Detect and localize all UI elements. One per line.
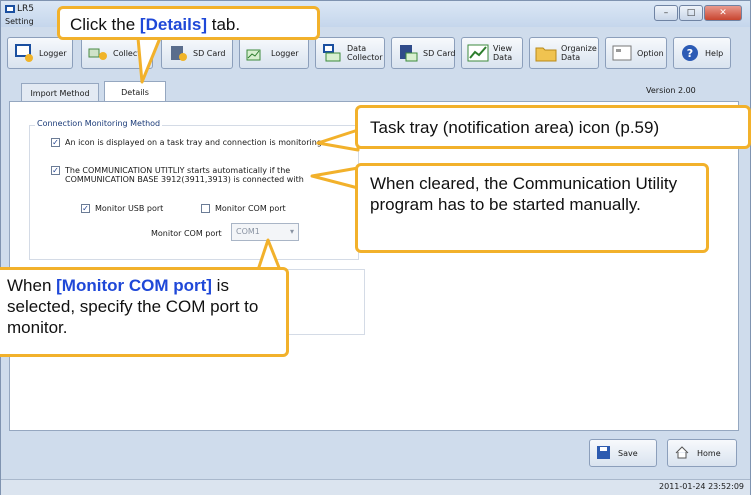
- folder-icon: [535, 43, 557, 63]
- timestamp: 2011-01-24 23:52:09: [659, 482, 744, 491]
- monitor-usb-option[interactable]: ✓ Monitor USB port: [81, 204, 163, 213]
- com-port-value: COM1: [236, 227, 260, 236]
- toolbar-label-help: Help: [705, 48, 724, 58]
- toolbar-label-sdcard-left: SD Card: [193, 48, 226, 58]
- svg-text:?: ?: [687, 47, 693, 60]
- autostart-option[interactable]: ✓ The COMMUNICATION UTITLIY starts autom…: [51, 166, 321, 184]
- version-label: Version 2.00: [646, 86, 696, 95]
- callout-details-tab: Click the [Details] tab.: [57, 6, 320, 40]
- collector-button[interactable]: Collector: [81, 37, 153, 69]
- option-icon: [611, 43, 633, 63]
- tray-icon-checkbox[interactable]: ✓: [51, 138, 60, 147]
- toolbar-label-logger-data: Logger: [271, 48, 299, 58]
- callout-task-tray-text: Task tray (notification area) icon (p.59…: [370, 118, 660, 137]
- toolbar-label-data-collector: Data Collector: [347, 44, 383, 62]
- tab-details[interactable]: Details: [104, 81, 166, 103]
- callout-details-highlight: [Details]: [139, 15, 207, 34]
- callout-com-port: When [Monitor COM port] is selected, spe…: [0, 267, 289, 357]
- data-collector-icon: [321, 43, 343, 63]
- sdcard-button[interactable]: SD Card: [391, 37, 456, 69]
- help-button[interactable]: ? Help: [673, 37, 731, 69]
- tray-icon-label: An icon is displayed on a task tray and …: [65, 138, 325, 147]
- home-label: Home: [697, 448, 721, 458]
- toolbar-label-collector: Collector: [113, 48, 149, 58]
- data-collector-button[interactable]: Data Collector: [315, 37, 385, 69]
- callout-com-pre: When: [7, 276, 57, 295]
- collector-icon: [87, 43, 109, 63]
- tab-import-method[interactable]: Import Method: [21, 83, 99, 103]
- view-data-button[interactable]: View Data: [461, 37, 523, 69]
- callout-task-tray: Task tray (notification area) icon (p.59…: [355, 105, 751, 149]
- com-port-label: Monitor COM port: [151, 229, 222, 238]
- callout-details-post: tab.: [207, 15, 241, 34]
- menu-setting[interactable]: Setting: [5, 17, 34, 26]
- toolbar-label-sdcard: SD Card: [423, 48, 456, 58]
- help-icon: ?: [679, 43, 701, 63]
- save-button[interactable]: Save: [589, 439, 657, 467]
- view-data-icon: [467, 43, 489, 63]
- monitor-com-option[interactable]: Monitor COM port: [201, 204, 286, 213]
- monitor-usb-label: Monitor USB port: [95, 204, 164, 213]
- autostart-checkbox[interactable]: ✓: [51, 166, 60, 175]
- app-icon: [5, 5, 15, 13]
- toolbar-label-logger: Logger: [39, 48, 67, 58]
- close-button[interactable]: ✕: [704, 5, 742, 21]
- window-title: LR5: [17, 4, 34, 14]
- toolbar: Logger Collector SD Card Logger Data Col…: [7, 35, 747, 75]
- monitor-com-checkbox[interactable]: [201, 204, 210, 213]
- monitor-usb-checkbox[interactable]: ✓: [81, 204, 90, 213]
- minimize-button[interactable]: –: [654, 5, 678, 21]
- home-icon: [675, 445, 689, 461]
- autostart-label: The COMMUNICATION UTITLIY starts automat…: [65, 166, 304, 184]
- logger-data-button[interactable]: Logger: [239, 37, 309, 69]
- logger-icon: [13, 43, 35, 63]
- callout-cleared-text: When cleared, the Communication Utility …: [370, 174, 678, 214]
- sdcard-icon: [397, 43, 419, 63]
- toolbar-label-option: Option: [637, 48, 664, 58]
- home-button[interactable]: Home: [667, 439, 737, 467]
- logger-button[interactable]: Logger: [7, 37, 73, 69]
- organize-data-button[interactable]: Organize Data: [529, 37, 599, 69]
- callout-details-pre: Click the: [70, 15, 140, 34]
- option-button[interactable]: Option: [605, 37, 667, 69]
- toolbar-label-view-data: View Data: [493, 44, 513, 62]
- toolbar-label-organize-data: Organize Data: [561, 44, 597, 62]
- sdcard-button-left[interactable]: SD Card: [161, 37, 233, 69]
- com-port-select[interactable]: COM1 ▾: [231, 223, 299, 241]
- save-icon: [597, 445, 610, 461]
- maximize-button[interactable]: □: [679, 5, 703, 21]
- connection-group-title: Connection Monitoring Method: [35, 119, 163, 128]
- logger-data-icon: [245, 43, 267, 63]
- tray-icon-option[interactable]: ✓ An icon is displayed on a task tray an…: [51, 138, 331, 147]
- save-label: Save: [618, 448, 638, 458]
- status-bar: 2011-01-24 23:52:09: [1, 479, 750, 495]
- monitor-com-label: Monitor COM port: [215, 204, 286, 213]
- chevron-down-icon: ▾: [289, 227, 294, 236]
- callout-cleared: When cleared, the Communication Utility …: [355, 163, 709, 253]
- callout-com-highlight: [Monitor COM port]: [56, 276, 212, 295]
- sdcard-icon-left: [167, 43, 189, 63]
